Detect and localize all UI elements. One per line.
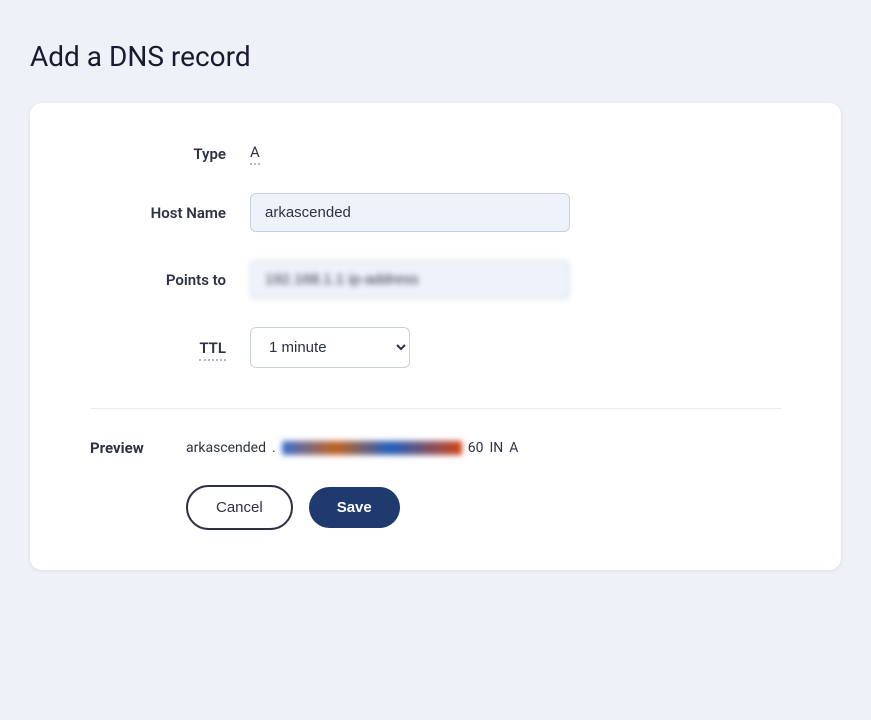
ttl-select[interactable]: 1 minute 5 minutes 15 minutes 30 minutes… (250, 327, 410, 368)
preview-host: arkascended (186, 440, 266, 456)
preview-ip-blurred (282, 441, 462, 455)
save-button[interactable]: Save (309, 487, 400, 528)
ttl-row: TTL 1 minute 5 minutes 15 minutes 30 min… (90, 327, 781, 368)
page-container: Add a DNS record Type A Host Name Points… (30, 40, 841, 570)
dns-record-card: Type A Host Name Points to TTL 1 minute (30, 103, 841, 570)
host-name-label: Host Name (90, 204, 250, 222)
type-value: A (250, 143, 260, 165)
host-name-input[interactable] (250, 193, 570, 232)
type-label: Type (90, 145, 250, 163)
preview-label: Preview (90, 439, 170, 457)
preview-value: arkascended . 60 IN A (186, 440, 518, 456)
type-row: Type A (90, 143, 781, 165)
preview-class: IN (489, 440, 503, 456)
page-title: Add a DNS record (30, 40, 841, 73)
points-to-row: Points to (90, 260, 781, 299)
preview-separator: . (272, 440, 276, 456)
host-name-row: Host Name (90, 193, 781, 232)
ttl-label: TTL (90, 339, 250, 357)
cancel-button[interactable]: Cancel (186, 485, 293, 530)
points-to-label: Points to (90, 271, 250, 289)
form-section: Type A Host Name Points to TTL 1 minute (90, 143, 781, 409)
preview-section: Preview arkascended . 60 IN A (90, 439, 781, 457)
points-to-input[interactable] (250, 260, 570, 299)
preview-type: A (509, 440, 518, 456)
buttons-row: Cancel Save (90, 485, 781, 530)
preview-ttl: 60 (468, 440, 484, 456)
